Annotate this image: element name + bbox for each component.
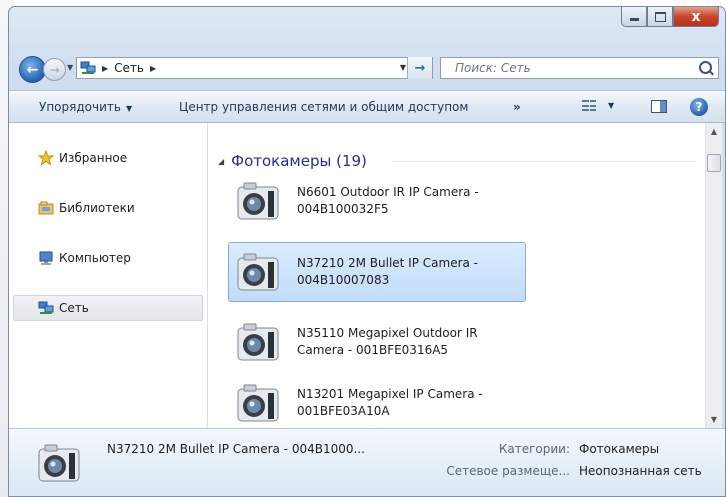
breadcrumb-network[interactable]: Сеть bbox=[114, 61, 144, 75]
chevron-down-icon: ▼ bbox=[125, 104, 133, 113]
breadcrumb-separator[interactable]: ▶ bbox=[150, 64, 156, 73]
sidebar-item-label: Сеть bbox=[59, 301, 89, 315]
list-item[interactable]: N6601 Outdoor IR IP Camera - 004B100032F… bbox=[228, 171, 526, 231]
device-name-line2: 001BFE03A10A bbox=[297, 404, 390, 418]
preview-pane-icon[interactable] bbox=[651, 100, 667, 113]
file-list: ◢ Фотокамеры (19) N6601 Outdoor IR IP Ca… bbox=[208, 123, 705, 428]
camera-icon bbox=[237, 253, 279, 291]
sidebar-item-label: Библиотеки bbox=[59, 201, 135, 215]
forward-arrow-icon: → bbox=[49, 62, 60, 77]
device-name: N35110 Megapixel Outdoor IR Camera - 001… bbox=[297, 325, 517, 359]
list-item[interactable]: N37210 2M Bullet IP Camera - 004B1000708… bbox=[228, 242, 526, 302]
command-bar: Упорядочить ▼ Центр управления сетями и о… bbox=[9, 90, 725, 123]
navigation-pane: Избранное Библиотеки Компьютер Сеть bbox=[9, 123, 208, 428]
details-device-name: N37210 2M Bullet IP Camera - 004B1000... bbox=[107, 442, 365, 456]
star-icon bbox=[38, 150, 54, 166]
device-name-line1: N13201 Megapixel IP Camera - bbox=[297, 387, 483, 401]
change-view-button[interactable]: ▼ bbox=[582, 99, 614, 112]
maximize-button[interactable] bbox=[647, 7, 673, 27]
device-name-line2: 004B100032F5 bbox=[297, 202, 389, 216]
maximize-icon bbox=[654, 11, 666, 22]
device-name-line1: N35110 Megapixel Outdoor IR bbox=[297, 326, 478, 340]
sidebar-item-label: Избранное bbox=[59, 151, 128, 165]
computer-icon bbox=[38, 250, 54, 266]
device-name: N37210 2M Bullet IP Camera - 004B1000708… bbox=[297, 255, 517, 289]
network-center-button[interactable]: Центр управления сетями и общим доступом bbox=[179, 100, 468, 114]
close-button[interactable]: x bbox=[673, 7, 719, 27]
list-item[interactable]: N35110 Megapixel Outdoor IR Camera - 001… bbox=[228, 312, 526, 372]
device-name: N6601 Outdoor IR IP Camera - 004B100032F… bbox=[297, 184, 517, 218]
scroll-thumb[interactable] bbox=[707, 154, 721, 172]
address-bar[interactable]: ▶ Сеть ▶ ▼ → bbox=[76, 57, 433, 79]
sidebar-item-libraries[interactable]: Библиотеки bbox=[13, 195, 203, 221]
back-button[interactable]: ← bbox=[19, 56, 46, 83]
details-category-value: Фотокамеры bbox=[579, 442, 660, 456]
device-name: N13201 Megapixel IP Camera - 001BFE03A10… bbox=[297, 386, 517, 420]
forward-button[interactable]: → bbox=[43, 58, 66, 81]
device-name-line1: N6601 Outdoor IR IP Camera - bbox=[297, 185, 479, 199]
details-location-label: Сетевое размеще... bbox=[446, 464, 570, 478]
device-name-line2: 004B10007083 bbox=[297, 273, 390, 287]
refresh-icon: → bbox=[414, 60, 426, 76]
refresh-button[interactable]: → bbox=[407, 57, 432, 79]
breadcrumb-separator[interactable]: ▶ bbox=[102, 64, 108, 73]
group-header-label: Фотокамеры (19) bbox=[231, 152, 367, 170]
libraries-icon bbox=[38, 200, 54, 216]
scroll-down-arrow[interactable]: ▼ bbox=[706, 411, 722, 428]
details-location-value: Неопознанная сеть bbox=[579, 464, 702, 478]
sidebar-item-network[interactable]: Сеть bbox=[13, 295, 203, 321]
view-list-icon bbox=[582, 99, 596, 112]
camera-icon bbox=[38, 444, 80, 482]
device-name-line2: Camera - 001BFE0316A5 bbox=[297, 343, 449, 357]
collapse-triangle-icon[interactable]: ◢ bbox=[218, 157, 224, 166]
help-icon[interactable]: ? bbox=[690, 98, 708, 116]
sidebar-item-label: Компьютер bbox=[59, 251, 131, 265]
search-icon[interactable] bbox=[699, 61, 712, 74]
back-arrow-icon: ← bbox=[26, 61, 39, 78]
sidebar-item-computer[interactable]: Компьютер bbox=[13, 245, 203, 271]
camera-icon bbox=[237, 323, 279, 361]
camera-icon bbox=[237, 384, 279, 422]
address-dropdown[interactable]: ▼ bbox=[400, 63, 406, 72]
network-icon bbox=[80, 61, 96, 75]
explorer-window: x ← → ▼ ▶ Сеть ▶ ▼ → Поиск: Сеть Упорядо… bbox=[8, 6, 726, 497]
caption-buttons: x bbox=[621, 7, 719, 29]
sidebar-item-favorites[interactable]: Избранное bbox=[13, 145, 203, 171]
navigation-row: ← → ▼ ▶ Сеть ▶ ▼ → Поиск: Сеть bbox=[9, 53, 725, 83]
minimize-button[interactable] bbox=[621, 7, 647, 27]
organize-menu[interactable]: Упорядочить ▼ bbox=[39, 100, 132, 114]
details-pane: N37210 2M Bullet IP Camera - 004B1000...… bbox=[9, 428, 725, 496]
group-header[interactable]: ◢ Фотокамеры (19) bbox=[218, 152, 367, 170]
recent-pages-dropdown[interactable]: ▼ bbox=[67, 63, 73, 72]
search-placeholder: Поиск: Сеть bbox=[455, 61, 531, 75]
list-item[interactable]: N13201 Megapixel IP Camera - 001BFE03A10… bbox=[228, 373, 526, 428]
group-divider bbox=[393, 161, 695, 162]
network-icon bbox=[38, 300, 54, 316]
device-name-line1: N37210 2M Bullet IP Camera - bbox=[297, 256, 479, 270]
scroll-up-arrow[interactable]: ▲ bbox=[706, 123, 722, 140]
organize-label: Упорядочить bbox=[39, 100, 121, 114]
more-commands-button[interactable]: » bbox=[513, 100, 521, 114]
camera-icon bbox=[237, 182, 279, 220]
vertical-scrollbar[interactable]: ▲ ▼ bbox=[705, 123, 722, 428]
minimize-icon bbox=[629, 18, 639, 21]
search-input[interactable]: Поиск: Сеть bbox=[440, 57, 719, 79]
details-category-label: Категории: bbox=[498, 442, 570, 456]
chevron-down-icon[interactable]: ▼ bbox=[608, 101, 614, 110]
close-icon: x bbox=[691, 8, 701, 25]
